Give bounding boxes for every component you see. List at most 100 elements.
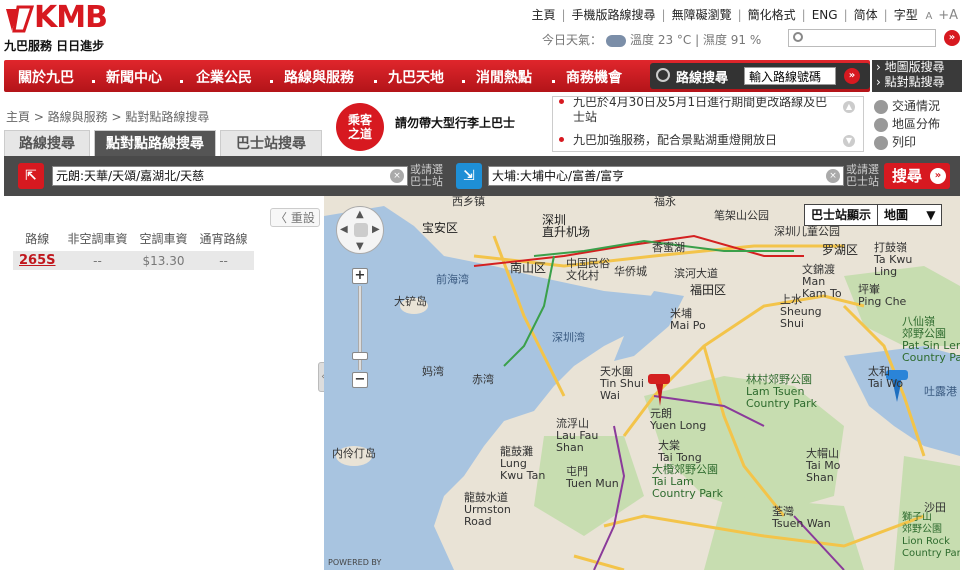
kmb-logo[interactable]: KMB 九巴服務 日日進步 bbox=[4, 0, 124, 53]
passenger-etiquette-badge[interactable]: 乘客 之道 bbox=[336, 103, 384, 151]
tab-stop-search[interactable]: 巴士站搜尋 bbox=[220, 130, 322, 157]
tab-route-search[interactable]: 路線搜尋 bbox=[4, 130, 90, 157]
route-search-label: 路線搜尋 bbox=[676, 71, 729, 86]
map-type-control: 巴士站顯示 地圖 ▼ bbox=[804, 204, 943, 226]
zoom-out-button[interactable]: − bbox=[352, 372, 368, 388]
map-label: 笔架山公园 bbox=[714, 209, 769, 222]
print-link[interactable]: 列印 bbox=[874, 134, 940, 152]
map-label: 福田区 bbox=[690, 283, 727, 297]
destination-clear-icon[interactable]: × bbox=[826, 169, 840, 183]
district-icon bbox=[874, 117, 888, 132]
zoom-in-button[interactable]: + bbox=[352, 268, 368, 284]
map-label: 屯門 Tuen Mun bbox=[566, 465, 619, 490]
map-pan-control[interactable]: ▲ ▼ ◀ ▶ bbox=[336, 206, 384, 254]
map-label: 香蜜湖 bbox=[652, 241, 685, 254]
nav-divider bbox=[270, 80, 273, 83]
news-item[interactable]: 九巴加強服務，配合景點湖重燈開放日 bbox=[559, 133, 837, 148]
nav-item-routes[interactable]: 路線與服務 bbox=[284, 67, 354, 87]
top-link-eng[interactable]: ENG bbox=[812, 8, 838, 22]
chevron-down-icon: ▼ bbox=[926, 208, 936, 222]
fare-table: 路線 非空調車資 空調車資 通宵路線 265S -- $13.30 -- bbox=[13, 228, 254, 270]
promo-text: 請勿帶大型行李上巴士 bbox=[395, 116, 516, 130]
map-label: 华侨城 bbox=[614, 265, 647, 278]
site-search-go-button[interactable]: » bbox=[944, 30, 960, 46]
map-search-link[interactable]: › 地圖版搜尋 bbox=[872, 60, 962, 75]
pan-up-icon[interactable]: ▲ bbox=[356, 209, 364, 220]
ac-fare: $13.30 bbox=[133, 249, 194, 270]
kmb-logo-mark-icon bbox=[6, 5, 34, 33]
destination-input[interactable]: 大埔:大埔中心/富善/富亨 bbox=[488, 166, 844, 186]
tab-p2p-search[interactable]: 點對點路線搜尋 bbox=[94, 130, 216, 157]
route-map[interactable]: 西乡镇 宝安区 深圳 直升机场 福永 笔架山公园 深圳儿童公园 罗湖区 香蜜湖 … bbox=[324, 196, 960, 570]
map-label: 南山区 bbox=[510, 261, 547, 275]
chevron-right-icon: » bbox=[930, 168, 946, 184]
top-link-accessible[interactable]: 無障礙瀏覽 bbox=[672, 8, 732, 22]
table-row: 265S -- $13.30 -- bbox=[13, 249, 254, 270]
nav-item-business[interactable]: 商務機會 bbox=[566, 67, 622, 87]
pan-down-icon[interactable]: ▼ bbox=[356, 241, 364, 252]
destination-or-select-stop[interactable]: 或請選 巴士站 bbox=[846, 164, 879, 188]
traffic-link[interactable]: 交通情況 bbox=[874, 98, 940, 116]
nav-item-about[interactable]: 關於九巴 bbox=[18, 67, 74, 87]
nav-item-news[interactable]: 新聞中心 bbox=[106, 67, 162, 87]
p2p-search-link[interactable]: › 點對點搜尋 bbox=[872, 75, 962, 90]
powered-by-label: POWERED BY bbox=[328, 558, 382, 567]
map-type-dropdown[interactable]: 地圖 ▼ bbox=[877, 205, 941, 225]
route-search-go-button[interactable]: » bbox=[844, 68, 860, 84]
origin-destination-bar: ⇱ 元朗:天華/天頌/嘉湖北/天慈 × 或請選 巴士站 ⇲ 大埔:大埔中心/富善/… bbox=[4, 156, 960, 196]
origin-input[interactable]: 元朗:天華/天頌/嘉湖北/天慈 bbox=[52, 166, 408, 186]
origin-or-select-stop[interactable]: 或請選 巴士站 bbox=[410, 164, 443, 188]
bus-stop-toggle[interactable]: 巴士站顯示 bbox=[805, 205, 877, 225]
map-label: 大帽山 Tai Mo Shan bbox=[806, 447, 841, 484]
top-link-sc[interactable]: 简体 bbox=[854, 8, 878, 22]
district-link[interactable]: 地區分佈 bbox=[874, 116, 940, 134]
map-label: 中国民俗 文化村 bbox=[566, 257, 610, 282]
map-label: 宝安区 bbox=[422, 221, 459, 235]
top-links: 主頁 | 手機版路線搜尋 | 無障礙瀏覽 | 簡化格式 | ENG | 简体 | 字型 A +A bbox=[531, 8, 958, 23]
zoom-slider-thumb[interactable] bbox=[352, 352, 368, 360]
map-label: 坪輋 Ping Che bbox=[858, 283, 907, 308]
news-item[interactable]: 九巴於4月30日及5月1日進行期間更改路線及巴士站 bbox=[559, 97, 837, 125]
promo-badge-line1: 乘客 bbox=[347, 113, 372, 127]
nav-item-leisure[interactable]: 消閒熱點 bbox=[476, 67, 532, 87]
weather-label: 今日天氣： bbox=[542, 33, 603, 47]
map-label: 福永 bbox=[654, 196, 676, 208]
fare-table-header: 路線 非空調車資 空調車資 通宵路線 bbox=[13, 228, 254, 250]
top-link-home[interactable]: 主頁 bbox=[531, 8, 555, 22]
map-label: 赤湾 bbox=[472, 373, 494, 386]
col-non-ac-fare: 非空調車資 bbox=[67, 232, 128, 246]
breadcrumb: 主頁 > 路線與服務 > 點對點路線搜尋 bbox=[6, 110, 210, 124]
news-down-icon[interactable]: ▼ bbox=[843, 135, 855, 147]
font-large-button[interactable]: +A bbox=[938, 8, 958, 23]
pan-right-icon[interactable]: ▶ bbox=[372, 224, 380, 235]
route-search-icon bbox=[656, 68, 670, 82]
origin-clear-icon[interactable]: × bbox=[390, 169, 404, 183]
nav-item-corporate[interactable]: 企業公民 bbox=[196, 67, 252, 87]
font-small-button[interactable]: A bbox=[926, 11, 933, 22]
reset-button[interactable]: 〈 重設 bbox=[270, 208, 320, 227]
top-link-mobile[interactable]: 手機版路線搜尋 bbox=[572, 8, 656, 22]
pan-left-icon[interactable]: ◀ bbox=[340, 224, 348, 235]
route-number-input[interactable] bbox=[744, 67, 836, 85]
news-up-icon[interactable]: ▲ bbox=[843, 101, 855, 113]
nav-item-world[interactable]: 九巴天地 bbox=[388, 67, 444, 87]
map-label: 龍鼓水道 Urmston Road bbox=[464, 491, 511, 528]
brand-name: KMB bbox=[34, 0, 108, 35]
map-label: 妈湾 bbox=[422, 365, 444, 378]
search-button[interactable]: 搜尋» bbox=[884, 163, 950, 189]
news-ticker: 九巴於4月30日及5月1日進行期間更改路線及巴士站 九巴加強服務，配合景點湖重燈… bbox=[552, 96, 864, 152]
nav-divider bbox=[552, 80, 555, 83]
top-link-font: 字型 bbox=[893, 8, 918, 22]
origin-icon: ⇱ bbox=[18, 163, 44, 189]
site-search-input[interactable] bbox=[788, 29, 936, 47]
map-label: 罗湖区 bbox=[822, 243, 859, 257]
hand-icon bbox=[354, 223, 368, 237]
map-label: 打鼓嶺 Ta Kwu Ling bbox=[874, 241, 913, 278]
utility-links: 交通情況 地區分佈 列印 bbox=[874, 98, 940, 152]
route-link[interactable]: 265S bbox=[13, 249, 62, 270]
top-link-simple[interactable]: 簡化格式 bbox=[748, 8, 796, 22]
col-ac-fare: 空調車資 bbox=[139, 232, 188, 246]
map-label: 林村郊野公園 Lam Tsuen Country Park bbox=[746, 373, 817, 410]
nav-divider bbox=[180, 80, 183, 83]
map-label: 龍鼓灘 Lung Kwu Tan bbox=[500, 445, 546, 482]
